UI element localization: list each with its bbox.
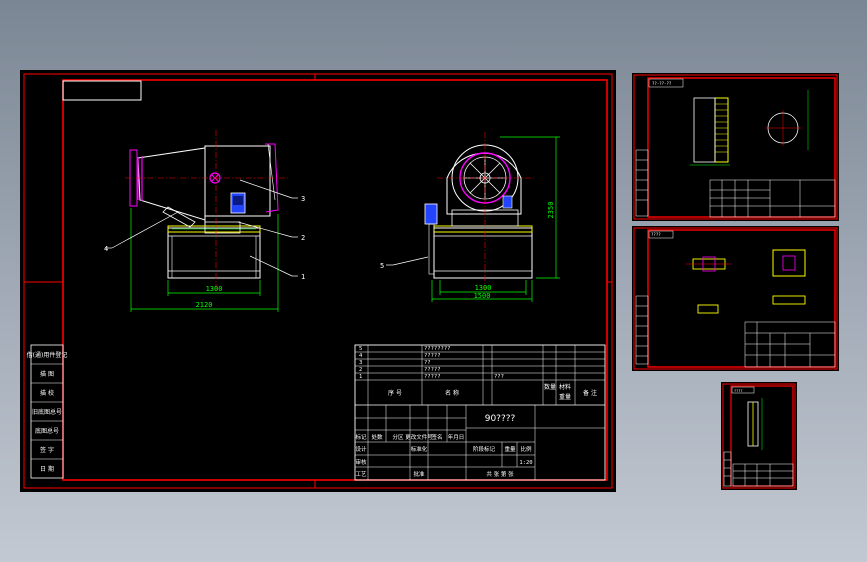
lbl-sign: 签名 bbox=[431, 433, 442, 441]
callout-4: 4 bbox=[104, 245, 108, 253]
bom-desc-3: ?? bbox=[424, 360, 431, 366]
lbl-revision: 标记 bbox=[355, 433, 367, 441]
drawing-title: 90???? bbox=[485, 414, 516, 424]
sub-sheet-part-1: ??-??-?? bbox=[632, 73, 839, 221]
front-dim-inner: 1300 bbox=[475, 284, 492, 292]
strip-label-4: 底图总号 bbox=[35, 427, 59, 435]
strip-label-6: 日 期 bbox=[40, 465, 54, 473]
bom-desc-1: ????? bbox=[424, 374, 441, 380]
bom-no-3: 3 bbox=[359, 360, 362, 366]
bom-no-1: 1 bbox=[359, 374, 362, 380]
lbl-approve: 批准 bbox=[413, 470, 425, 478]
sub3-label: ???? bbox=[734, 389, 742, 393]
sub-sheet-part-2: ???? bbox=[632, 226, 839, 371]
hdr-material: 材料 bbox=[559, 383, 571, 391]
bom-no-5: 5 bbox=[359, 346, 362, 352]
hdr-weight: 重量 bbox=[559, 393, 571, 401]
bom-desc-5: ???????? bbox=[424, 346, 451, 352]
lbl-check: 审核 bbox=[355, 458, 367, 466]
lbl-zone: 分区 bbox=[392, 433, 404, 441]
lbl-scale: 比例 bbox=[520, 445, 532, 453]
lbl-doc: 更改文件号 bbox=[405, 433, 433, 441]
lbl-sheets: 共 张 第 张 bbox=[486, 470, 514, 478]
bom-no-2: 2 bbox=[359, 367, 362, 373]
lbl-count: 处数 bbox=[371, 433, 383, 441]
front-dim-height: 2350 bbox=[547, 202, 555, 219]
hdr-seq: 序 号 bbox=[388, 389, 402, 397]
main-drawing-sheet: 借(通)用件登记 描 图 描 校 旧底图总号 底图总号 签 字 日 期 1300… bbox=[20, 70, 616, 492]
callout-2: 2 bbox=[301, 234, 305, 242]
lbl-stage: 阶段标记 bbox=[473, 445, 496, 453]
strip-label-1: 描 图 bbox=[40, 370, 54, 378]
callout-3: 3 bbox=[301, 195, 305, 203]
bom-desc-2: ????? bbox=[424, 367, 441, 373]
hdr-name: 名 称 bbox=[445, 389, 459, 397]
sub-sheet-part-3: ???? bbox=[721, 382, 797, 490]
strip-label-2: 描 校 bbox=[40, 389, 54, 397]
side-dim-inner: 1300 bbox=[206, 285, 223, 293]
lbl-process: 工艺 bbox=[355, 471, 367, 478]
sub1-label: ??-??-?? bbox=[652, 81, 672, 86]
bom-desc-4: ????? bbox=[424, 353, 441, 359]
lbl-design: 设计 bbox=[355, 445, 367, 453]
callout-5: 5 bbox=[380, 262, 384, 270]
lbl-date: 年月日 bbox=[448, 433, 465, 441]
scale-value: 1:20 bbox=[519, 460, 532, 466]
callout-1: 1 bbox=[301, 273, 305, 281]
hdr-remark: 备 注 bbox=[583, 389, 597, 397]
strip-label-5: 签 字 bbox=[40, 446, 54, 454]
sheet-background bbox=[20, 70, 616, 492]
lbl-standard: 标准化 bbox=[411, 445, 428, 453]
bom-extra: ??? bbox=[494, 374, 504, 380]
sub2-label: ???? bbox=[651, 232, 661, 237]
front-dim-overall: 1500 bbox=[474, 292, 491, 300]
lbl-weight: 重量 bbox=[504, 445, 516, 453]
strip-label-3: 旧底图总号 bbox=[32, 408, 62, 416]
hdr-qty: 数量 bbox=[544, 383, 556, 391]
strip-label-0: 借(通)用件登记 bbox=[27, 351, 68, 359]
side-dim-overall: 2120 bbox=[196, 301, 213, 309]
